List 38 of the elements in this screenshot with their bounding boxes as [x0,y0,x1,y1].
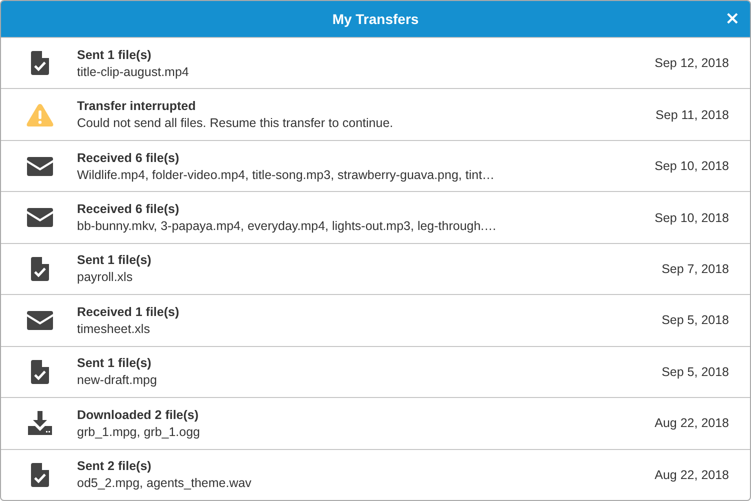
transfer-title: Sent 1 file(s) [77,356,152,370]
transfer-detail: Could not send all files. Resume this transfer to continue. [77,116,394,130]
envelope-icon [27,208,53,228]
warning-icon [26,102,54,127]
transfer-title: Sent 1 file(s) [77,48,152,62]
transfer-title: Received 6 file(s) [77,150,180,165]
transfer-title: Received 6 file(s) [77,202,180,216]
transfer-title: Sent 2 file(s) [77,459,152,474]
transfer-detail: title-clip-august.mp4 [77,64,190,79]
close-button[interactable]: × [722,10,742,28]
transfer-date: Sep 7, 2018 [662,262,729,276]
file-check-icon [31,462,49,487]
transfer-date: Sep 12, 2018 [654,56,729,70]
transfer-date: Sep 5, 2018 [662,313,729,328]
transfer-title: Downloaded 2 file(s) [77,408,200,422]
transfer-detail: grb_1.mpg, grb_1.ogg [77,424,202,439]
transfer-detail: payroll.xls [77,270,134,284]
transfer-title: Transfer interrupted [77,99,197,114]
transfer-title: Sent 1 file(s) [77,253,152,268]
download-icon [28,411,52,436]
transfer-detail: Wildlife.mp4, folder-video.mp4, title-song.mp3, strawberry-guava.png, tint… [77,168,496,182]
transfer-date: Aug 22, 2018 [654,468,729,482]
envelope-icon [27,310,53,330]
transfer-date: Aug 22, 2018 [654,416,729,430]
file-check-icon [31,360,49,384]
transfer-detail: bb-bunny.mkv, 3-papaya.mp4, everyday.mp4, lights-out.mp3, leg-through.… [77,219,498,234]
transfer-date: Sep 5, 2018 [662,364,729,379]
file-check-icon [31,256,49,281]
transfer-date: Sep 10, 2018 [654,159,729,174]
transfer-detail: new-draft.mpg [77,373,158,388]
dialog-title: My Transfers [332,11,419,27]
file-check-icon [31,51,49,76]
transfer-detail: timesheet.xls [77,322,151,336]
transfer-detail: od5_2.mpg, agents_theme.wav [77,476,252,490]
envelope-icon [27,156,53,176]
transfer-title: Received 1 file(s) [77,304,180,319]
transfer-date: Sep 11, 2018 [656,108,729,122]
transfer-date: Sep 10, 2018 [654,210,729,225]
